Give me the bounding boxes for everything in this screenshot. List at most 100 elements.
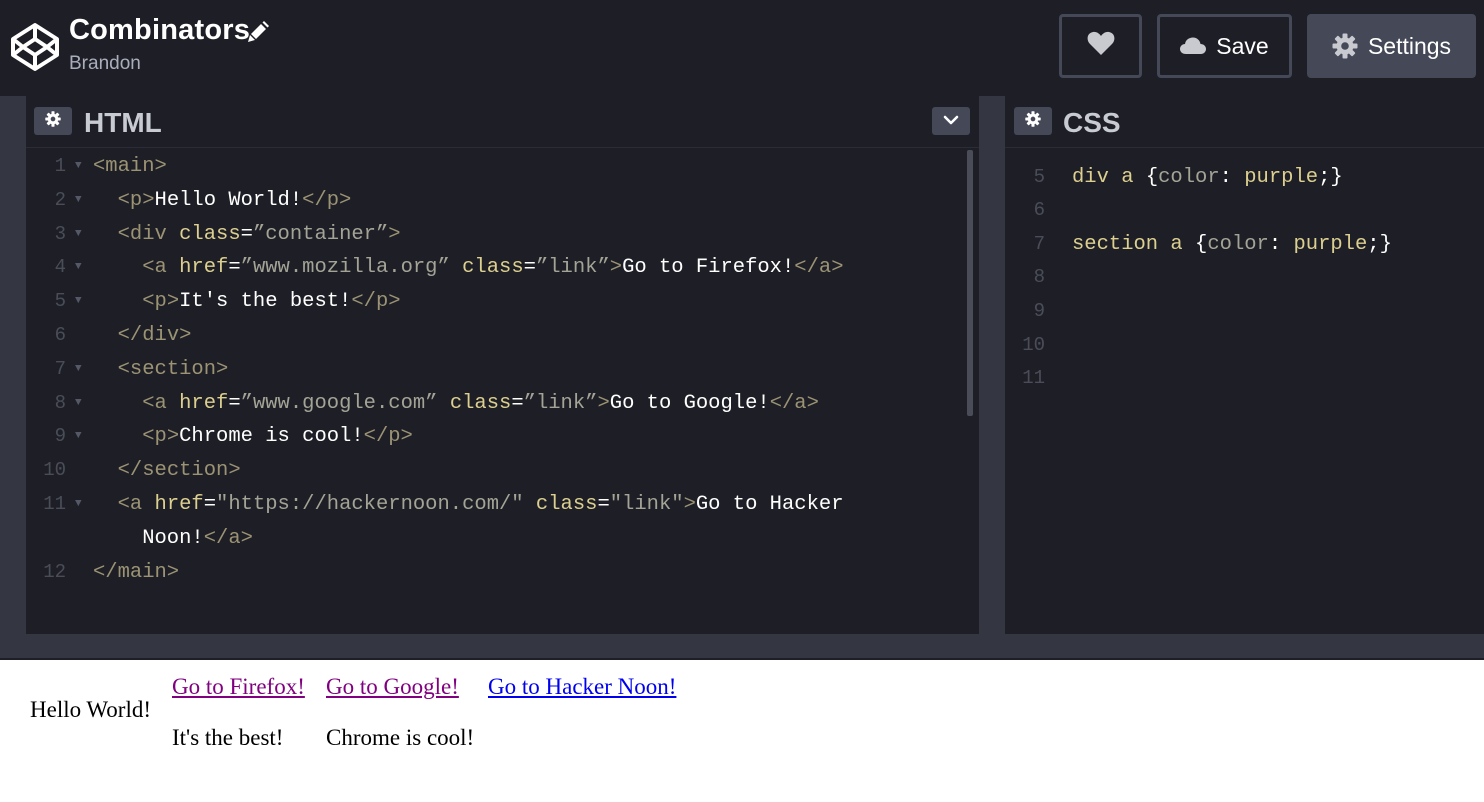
code-line[interactable]: 4 — [1005, 148, 1484, 161]
css-pane-title: CSS — [1063, 107, 1121, 138]
html-pane-collapse-button[interactable] — [932, 107, 970, 135]
code-line[interactable]: 1 ▼ <main> — [26, 150, 979, 184]
code-token: <p> — [117, 188, 155, 212]
code-line[interactable]: 2 ▼ <p>Hello World!</p> — [26, 184, 979, 218]
code-token: href — [179, 256, 229, 280]
line-number: 1 — [54, 155, 66, 177]
fold-arrow-icon[interactable]: ▼ — [75, 150, 82, 184]
code-token: Go to Firefox! — [622, 256, 795, 280]
chevron-down-icon — [943, 112, 959, 130]
code-text: Noon!</a> — [93, 522, 253, 556]
line-number: 6 — [54, 323, 66, 346]
fold-arrow-icon[interactable]: ▼ — [75, 184, 82, 218]
code-token: class — [462, 256, 524, 280]
code-line[interactable]: 9 — [1005, 295, 1484, 329]
css-pane-header: CSS — [1005, 96, 1484, 148]
author-name[interactable]: Brandon — [69, 53, 141, 75]
code-line[interactable]: 4 ▼ <a href=”www.mozilla.org” class=”link… — [26, 251, 979, 285]
code-line[interactable]: 7 ▼ <section> — [26, 353, 979, 387]
code-text: <p>It's the best!</p> — [93, 285, 401, 319]
codepen-logo-icon[interactable] — [10, 22, 60, 72]
code-text: <p>Chrome is cool!</p> — [93, 420, 413, 454]
resize-gutter-left[interactable] — [0, 96, 26, 634]
fold-arrow-icon[interactable]: ▼ — [75, 285, 82, 319]
css-code-editor[interactable]: 45div a {color: purple;}67section a {col… — [1005, 148, 1484, 634]
code-token: </main> — [93, 560, 180, 584]
code-token: Go to Google! — [609, 391, 770, 415]
fold-arrow-icon[interactable]: ▼ — [75, 218, 82, 252]
editor-area: HTML 1 ▼ <main> 2 ▼ <p>Hello World!</p> 3 ▼ <d… — [0, 96, 1484, 634]
gear-icon — [1025, 110, 1041, 132]
code-token: </div> — [117, 323, 192, 347]
resize-gutter-middle[interactable] — [979, 96, 1005, 634]
pen-title[interactable]: Combinators — [69, 14, 250, 47]
pencil-icon[interactable] — [247, 21, 269, 43]
save-button[interactable]: Save — [1157, 14, 1292, 78]
code-token: ;} — [1367, 232, 1392, 256]
code-line[interactable]: 3 ▼ <div class=”container”> — [26, 218, 979, 252]
code-text: <a href=”www.google.com” class=”link”>Go… — [93, 387, 819, 421]
code-token: <a — [142, 256, 180, 280]
line-number: 10 — [43, 459, 66, 482]
fold-arrow-icon[interactable]: ▼ — [75, 353, 82, 387]
code-line[interactable]: 11 — [1005, 362, 1484, 396]
top-header: Combinators Brandon Save Settings — [0, 0, 1484, 96]
code-line[interactable]: 6 — [1005, 194, 1484, 228]
code-line[interactable]: 10 — [1005, 329, 1484, 363]
code-token: > — [388, 222, 401, 246]
code-token: = — [228, 391, 241, 415]
fold-arrow-icon[interactable]: ▼ — [75, 420, 82, 454]
line-number: 11 — [43, 492, 66, 515]
code-token: class — [449, 391, 512, 415]
result-preview: Hello World! Go to Firefox! It's the bes… — [0, 660, 1484, 802]
preview-hackernoon-link[interactable]: Go to Hacker Noon! — [488, 674, 676, 700]
code-token: = — [523, 256, 536, 280]
code-line[interactable]: 6 </div> — [26, 319, 979, 353]
code-line[interactable]: 10 </section> — [26, 454, 979, 488]
html-editor-pane: HTML 1 ▼ <main> 2 ▼ <p>Hello World!</p> 3 ▼ <d… — [26, 96, 979, 634]
html-settings-button[interactable] — [34, 107, 72, 135]
code-line[interactable]: 12 </main> — [26, 556, 979, 590]
line-number: 8 — [1033, 266, 1045, 289]
code-line[interactable]: 5 ▼ <p>It's the best!</p> — [26, 285, 979, 319]
code-token: > — [683, 492, 696, 516]
settings-button[interactable]: Settings — [1307, 14, 1476, 78]
code-token: </p> — [351, 290, 401, 314]
preview-resize-bar[interactable] — [0, 634, 1484, 660]
fold-arrow-icon[interactable]: ▼ — [75, 387, 82, 421]
code-token: : — [1219, 165, 1245, 189]
fold-arrow-icon[interactable]: ▼ — [75, 251, 82, 285]
html-pane-title: HTML — [84, 107, 162, 138]
code-token: ”www.mozilla.org” — [240, 256, 450, 280]
line-number: 2 — [54, 188, 66, 211]
code-token: Noon! — [93, 526, 204, 550]
love-button[interactable] — [1059, 14, 1142, 78]
code-token: = — [240, 222, 253, 246]
code-line[interactable]: 8 ▼ <a href=”www.google.com” class=”link”… — [26, 387, 979, 421]
code-token: </p> — [363, 425, 413, 449]
code-line[interactable]: 9 ▼ <p>Chrome is cool!</p> — [26, 420, 979, 454]
preview-firefox-link[interactable]: Go to Firefox! — [172, 674, 305, 700]
fold-arrow-icon[interactable]: ▼ — [75, 488, 82, 522]
line-number: 4 — [1005, 148, 1045, 161]
html-editor-scrollbar[interactable] — [967, 150, 973, 416]
code-line[interactable]: Noon!</a> — [26, 522, 979, 556]
code-token: </a> — [203, 526, 253, 550]
code-line[interactable]: 5 div a {color: purple;} — [1005, 161, 1484, 195]
html-code-editor[interactable]: 1 ▼ <main> 2 ▼ <p>Hello World!</p> 3 ▼ <div cl… — [26, 150, 979, 589]
code-line[interactable]: 7 section a {color: purple;} — [1005, 228, 1484, 262]
code-token: <a — [142, 391, 180, 415]
line-number: 9 — [1033, 299, 1045, 322]
code-token: <p> — [142, 425, 180, 449]
preview-google-link[interactable]: Go to Google! — [326, 674, 459, 700]
code-line[interactable]: 11 ▼ <a href="https://hackernoon.com/" cl… — [26, 488, 979, 522]
code-text: div a {color: purple;} — [1072, 161, 1343, 195]
line-number: 4 — [54, 256, 66, 279]
code-line[interactable]: 8 — [1005, 261, 1484, 295]
css-settings-button[interactable] — [1014, 107, 1052, 135]
